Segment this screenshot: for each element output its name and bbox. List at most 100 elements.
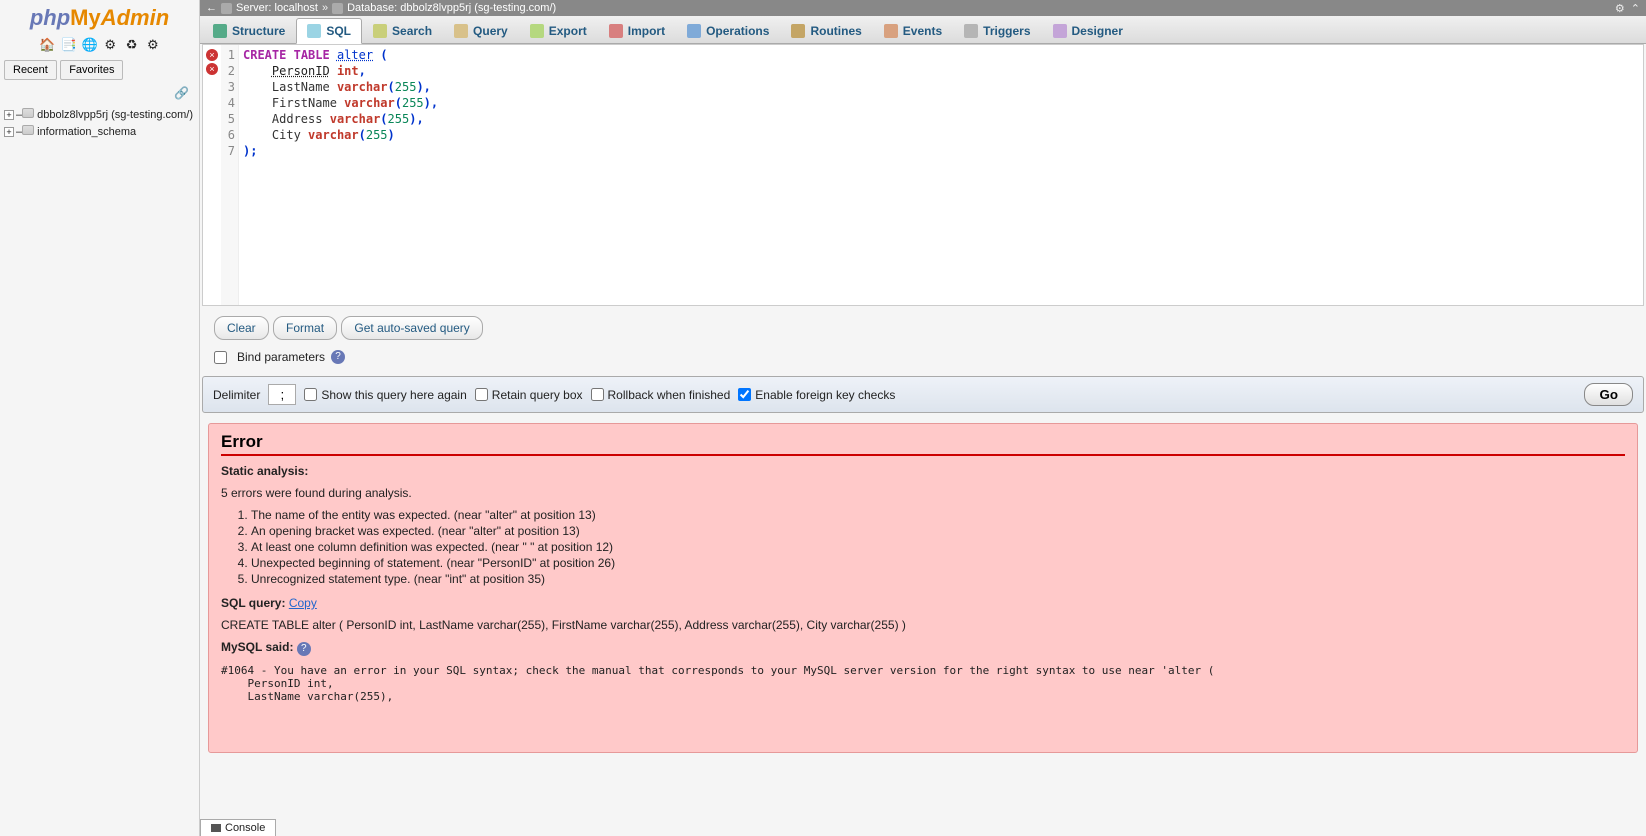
error-item: Unrecognized statement type. (near "int"… xyxy=(251,572,1625,586)
editor-buttons: Clear Format Get auto-saved query xyxy=(200,306,1646,350)
error-marker-icon[interactable]: × xyxy=(206,49,218,61)
gear-icon[interactable]: ⚙ xyxy=(146,37,160,51)
tab-export[interactable]: Export xyxy=(519,18,598,43)
error-list: The name of the entity was expected. (ne… xyxy=(251,508,1625,586)
back-button[interactable]: ← xyxy=(206,2,217,14)
rollback-checkbox[interactable] xyxy=(591,388,604,401)
export-icon xyxy=(530,24,544,38)
tab-query[interactable]: Query xyxy=(443,18,519,43)
server-breadcrumb[interactable]: Server: localhost xyxy=(236,2,318,14)
tab-label: Triggers xyxy=(983,24,1030,38)
help-icon[interactable]: ? xyxy=(331,350,345,364)
tab-label: Structure xyxy=(232,24,285,38)
routines-icon xyxy=(791,24,805,38)
link-icon[interactable]: 🔗 xyxy=(174,86,189,100)
delimiter-label: Delimiter xyxy=(213,388,260,402)
tab-operations[interactable]: Operations xyxy=(676,18,780,43)
code-line: PersonID int, xyxy=(243,63,1639,79)
rollback-label: Rollback when finished xyxy=(608,388,731,402)
console-tab[interactable]: Console xyxy=(200,819,276,836)
code-line: LastName varchar(255), xyxy=(243,79,1639,95)
code-area[interactable]: CREATE TABLE alter ( PersonID int, LastN… xyxy=(239,45,1643,305)
db-label: dbbolz8lvpp5rj (sg-testing.com/) xyxy=(37,109,193,121)
logo-php: php xyxy=(30,5,70,30)
main-tabs: Structure SQL SearchQuery Export Import Opera… xyxy=(200,16,1646,44)
sql-query-label: SQL query: xyxy=(221,596,285,610)
query-icon xyxy=(454,24,468,38)
error-item: An opening bracket was expected. (near "… xyxy=(251,524,1625,538)
db-tree: +–dbbolz8lvpp5rj (sg-testing.com/) +–inf… xyxy=(0,102,199,144)
tab-label: SQL xyxy=(326,24,351,38)
recent-tab[interactable]: Recent xyxy=(4,60,57,80)
line-gutter: 1234567 xyxy=(221,45,239,305)
line-number: 2 xyxy=(221,63,235,79)
error-item: Unexpected beginning of statement. (near… xyxy=(251,556,1625,570)
error-box: Error Static analysis: 5 errors were fou… xyxy=(208,423,1638,753)
code-line: FirstName varchar(255), xyxy=(243,95,1639,111)
foreign-checkbox[interactable] xyxy=(738,388,751,401)
recent-favorites-tabs: Recent Favorites xyxy=(0,56,199,84)
format-button[interactable]: Format xyxy=(273,316,337,340)
favorites-tab[interactable]: Favorites xyxy=(60,60,123,80)
code-line: ); xyxy=(243,143,1639,159)
tab-label: Import xyxy=(628,24,665,38)
logo-admin: Admin xyxy=(101,5,169,30)
db-label: information_schema xyxy=(37,126,136,138)
tab-triggers[interactable]: Triggers xyxy=(953,18,1041,43)
copy-link[interactable]: Copy xyxy=(289,596,317,610)
tab-label: Export xyxy=(549,24,587,38)
error-item: The name of the entity was expected. (ne… xyxy=(251,508,1625,522)
mysql-message: #1064 - You have an error in your SQL sy… xyxy=(221,664,1625,703)
logo: phpMyAdmin xyxy=(0,0,199,33)
autosaved-button[interactable]: Get auto-saved query xyxy=(341,316,482,340)
link-bar: 🔗 xyxy=(0,84,199,102)
expand-icon[interactable]: + xyxy=(4,127,14,137)
tab-routines[interactable]: Routines xyxy=(780,18,872,43)
database-icon xyxy=(22,125,34,135)
clear-button[interactable]: Clear xyxy=(214,316,269,340)
tab-designer[interactable]: Designer xyxy=(1042,18,1134,43)
db-tree-item[interactable]: +–dbbolz8lvpp5rj (sg-testing.com/) xyxy=(2,106,197,123)
expand-icon[interactable]: + xyxy=(4,110,14,120)
line-number: 6 xyxy=(221,127,235,143)
tab-import[interactable]: Import xyxy=(598,18,676,43)
go-button[interactable]: Go xyxy=(1584,383,1633,406)
tab-search[interactable]: Search xyxy=(362,18,443,43)
collapse-top-icon[interactable]: ⌃ xyxy=(1631,2,1640,15)
database-breadcrumb[interactable]: Database: dbbolz8lvpp5rj (sg-testing.com… xyxy=(347,2,556,14)
line-number: 4 xyxy=(221,95,235,111)
designer-icon xyxy=(1053,24,1067,38)
sql-icon xyxy=(307,24,321,38)
breadcrumb-separator: » xyxy=(322,2,328,14)
database-icon xyxy=(22,108,34,118)
log-icon[interactable]: 📑 xyxy=(60,37,74,51)
db-tree-item[interactable]: +–information_schema xyxy=(2,123,197,140)
settings-icon[interactable]: ⚙ xyxy=(103,37,117,51)
delimiter-input[interactable] xyxy=(268,384,296,405)
docs-icon[interactable]: 🌐 xyxy=(82,37,96,51)
reload-icon[interactable]: ♻ xyxy=(125,37,139,51)
retain-checkbox[interactable] xyxy=(475,388,488,401)
show-again-checkbox[interactable] xyxy=(304,388,317,401)
error-marker-icon[interactable]: × xyxy=(206,63,218,75)
bind-parameters-label: Bind parameters xyxy=(237,350,325,364)
settings-top-icon[interactable]: ⚙ xyxy=(1615,2,1625,15)
sql-editor[interactable]: × × 1234567 CREATE TABLE alter ( PersonID… xyxy=(202,44,1644,306)
static-analysis-label: Static analysis: xyxy=(221,464,308,478)
import-icon xyxy=(609,24,623,38)
home-icon[interactable]: 🏠 xyxy=(39,37,53,51)
sql-query-text: CREATE TABLE alter ( PersonID int, LastN… xyxy=(221,618,1625,632)
tab-events[interactable]: Events xyxy=(873,18,953,43)
query-options-bar: Delimiter Show this query here again Ret… xyxy=(202,376,1644,413)
triggers-icon xyxy=(964,24,978,38)
tab-sql[interactable]: SQL xyxy=(296,18,362,44)
foreign-label: Enable foreign key checks xyxy=(755,388,895,402)
database-icon xyxy=(332,3,343,14)
code-line: CREATE TABLE alter ( xyxy=(243,47,1639,63)
bind-parameters-checkbox[interactable] xyxy=(214,351,227,364)
help-icon[interactable]: ? xyxy=(297,642,311,656)
tab-structure[interactable]: Structure xyxy=(202,18,296,43)
tab-label: Designer xyxy=(1072,24,1123,38)
topbar: ← Server: localhost » Database: dbbolz8l… xyxy=(200,0,1646,16)
events-icon xyxy=(884,24,898,38)
